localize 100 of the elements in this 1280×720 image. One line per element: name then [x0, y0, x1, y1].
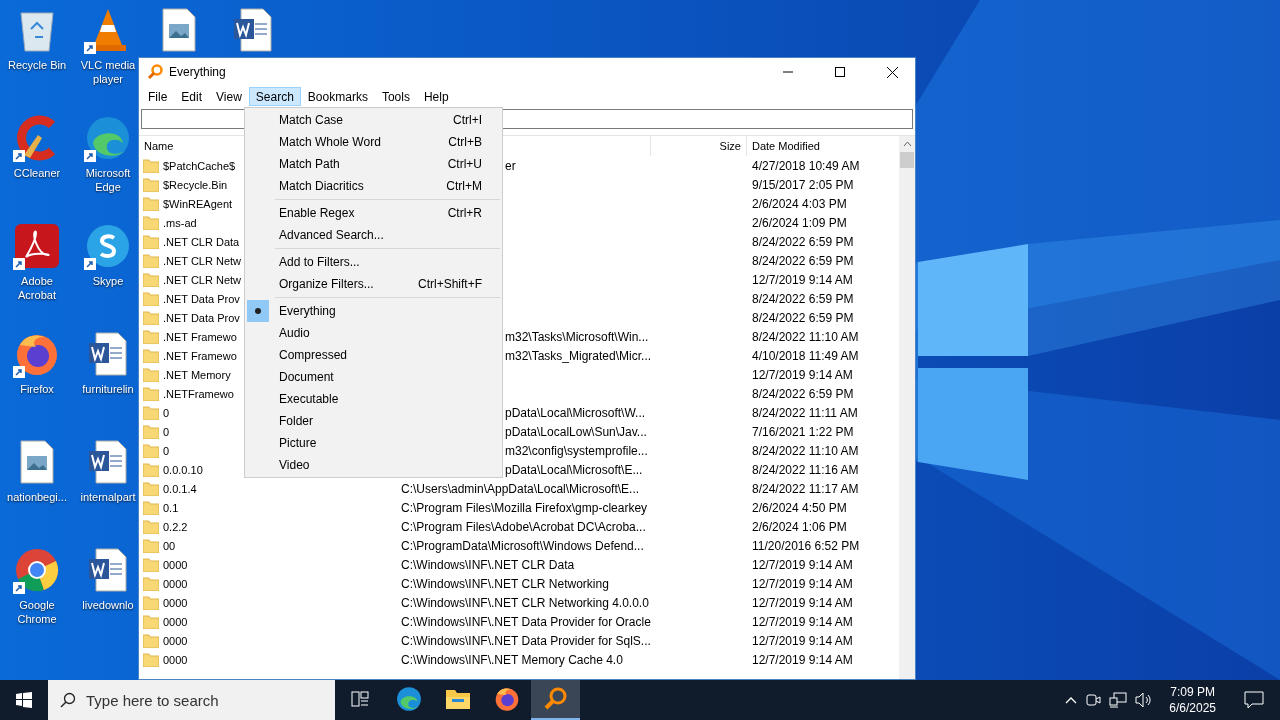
firefox-icon: [493, 686, 520, 712]
file-name: .NET CLR Netw: [163, 273, 242, 286]
desktop-icon-label[interactable]: furniturelin: [82, 382, 134, 396]
clock[interactable]: 7:09 PM 6/6/2025: [1161, 684, 1224, 716]
date-modified: 12/7/2019 9:14 AM: [751, 614, 854, 629]
menu-entry[interactable]: Document: [277, 370, 502, 384]
menu-entry[interactable]: Match Whole Word: [277, 135, 449, 149]
folder-icon: [143, 348, 159, 363]
menu-item[interactable]: Help: [416, 87, 456, 106]
shortcut-arrow-icon: [13, 258, 25, 270]
image-file-icon: [161, 8, 197, 52]
date-modified: 12/7/2019 9:14 AM: [751, 595, 854, 610]
desktop-icon-label[interactable]: Google Chrome: [4, 598, 70, 626]
menu-item[interactable]: Search: [248, 87, 301, 106]
file-path: pData\Local\Microsoft\E...: [505, 462, 643, 477]
menu-entry[interactable]: Video: [277, 458, 502, 472]
shortcut-arrow-icon: [13, 366, 25, 378]
desktop-icon-label[interactable]: Adobe Acrobat: [4, 274, 70, 302]
notification-icon[interactable]: [1244, 691, 1264, 709]
menu-item[interactable]: View: [209, 87, 249, 106]
menu-entry[interactable]: Match Diacritics: [277, 179, 447, 193]
date-modified: 12/7/2019 9:14 AM: [751, 557, 854, 572]
desktop-icon-label[interactable]: VLC media player: [75, 58, 141, 86]
maximize-icon: [835, 67, 845, 77]
folder-icon: [143, 215, 159, 230]
taskbar-search-field[interactable]: Type here to search: [86, 681, 335, 719]
file-name: 0000: [163, 653, 188, 666]
search-icon: [60, 692, 76, 708]
file-name: 0.0.1.4: [163, 482, 197, 495]
scroll-thumb[interactable]: [900, 152, 914, 168]
word-document-icon: [88, 440, 128, 484]
menu-entry[interactable]: Match Case: [277, 113, 453, 127]
file-name: 0000: [163, 596, 188, 609]
menu-entry[interactable]: Everything: [277, 304, 502, 318]
edge-browser-icon: [85, 115, 131, 161]
menu-entry[interactable]: Enable Regex: [277, 206, 448, 220]
network-icon[interactable]: [1109, 692, 1128, 708]
file-path: C:\Program Files\Adobe\Acrobat DC\Acroba...: [401, 519, 646, 534]
date-modified: 4/27/2018 10:49 AM: [751, 158, 861, 173]
menu-entry[interactable]: Folder: [277, 414, 502, 428]
menu-entry[interactable]: Add to Filters...: [277, 255, 502, 269]
folder-icon: [143, 310, 159, 325]
menu-item[interactable]: Tools: [374, 87, 417, 106]
file-name: $WinREAgent: [163, 197, 233, 210]
date-modified: 8/24/2022 11:10 AM: [751, 329, 860, 344]
shortcut-arrow-icon: [84, 258, 96, 270]
chevron-up-icon[interactable]: [1065, 696, 1078, 704]
menu-entry[interactable]: Compressed: [277, 348, 502, 362]
desktop-icon-label[interactable]: nationbegi...: [7, 490, 67, 504]
folder-icon: [143, 519, 159, 534]
menu-entry[interactable]: Match Path: [277, 157, 448, 171]
clock-time: 7:09 PM: [1170, 684, 1215, 700]
file-path: C:\Windows\INF\.NET CLR Data: [401, 557, 575, 572]
menu-entry[interactable]: Organize Filters...: [277, 277, 418, 291]
edge-browser-icon: [395, 686, 422, 712]
taskbar-search-box[interactable]: Type here to search: [48, 680, 335, 720]
menu-entry[interactable]: Advanced Search...: [277, 228, 502, 242]
column-header[interactable]: Date Modified: [747, 136, 899, 156]
file-path: C:\Program Files\Mozilla Firefox\gmp-clearkey: [401, 500, 648, 515]
folder-icon: [143, 443, 159, 458]
scrollbar[interactable]: [899, 136, 915, 679]
menu-item[interactable]: File: [141, 87, 175, 106]
file-name: .NET Data Prov: [163, 311, 240, 324]
word-document-icon: [233, 8, 273, 52]
file-name: 0: [163, 444, 170, 457]
file-path: C:\Windows\INF\.NET CLR Networking: [401, 576, 609, 591]
date-modified: 8/24/2022 6:59 PM: [751, 291, 855, 306]
desktop-icon-label[interactable]: Recycle Bin: [7, 58, 67, 72]
menu-entry[interactable]: Executable: [277, 392, 502, 406]
menu-entry[interactable]: Audio: [277, 326, 502, 340]
folder-icon: [143, 557, 159, 572]
date-modified: 2/6/2024 1:06 PM: [751, 519, 848, 534]
date-modified: 8/24/2022 11:16 AM: [751, 462, 860, 477]
speaker-icon[interactable]: [1135, 692, 1154, 708]
shortcut-text: Ctrl+R: [447, 206, 482, 220]
folder-icon: [143, 234, 159, 249]
file-name: .ms-ad: [163, 216, 197, 229]
shortcut-text: Ctrl+I: [453, 113, 482, 127]
date-modified: 7/16/2021 1:22 PM: [751, 424, 855, 439]
folder-icon: [143, 367, 159, 382]
file-name: .NET Framewo: [163, 349, 237, 362]
desktop-icon-label[interactable]: CCleaner: [13, 166, 61, 180]
menu-item[interactable]: Bookmarks: [300, 87, 375, 106]
folder-icon: [143, 386, 159, 401]
radio-dot-icon: [255, 308, 261, 314]
menu-entry[interactable]: Picture: [277, 436, 502, 450]
shortcut-arrow-icon: [84, 150, 96, 162]
desktop-icon-label[interactable]: livedownlo: [82, 598, 134, 612]
folder-icon: [143, 538, 159, 553]
desktop-icon-label[interactable]: internalpart: [80, 490, 136, 504]
menu-item[interactable]: Edit: [174, 87, 210, 106]
desktop-icon-label[interactable]: Skype: [92, 274, 124, 288]
meeting-icon[interactable]: [1085, 692, 1102, 708]
file-name: 0000: [163, 615, 188, 628]
desktop-icon-label[interactable]: Microsoft Edge: [75, 166, 141, 194]
date-modified: 11/20/2016 6:52 PM: [751, 538, 861, 553]
folder-icon: [143, 291, 159, 306]
desktop-icon-label[interactable]: Firefox: [20, 382, 54, 396]
column-header[interactable]: Size: [651, 136, 747, 156]
chrome-icon: [14, 547, 60, 593]
